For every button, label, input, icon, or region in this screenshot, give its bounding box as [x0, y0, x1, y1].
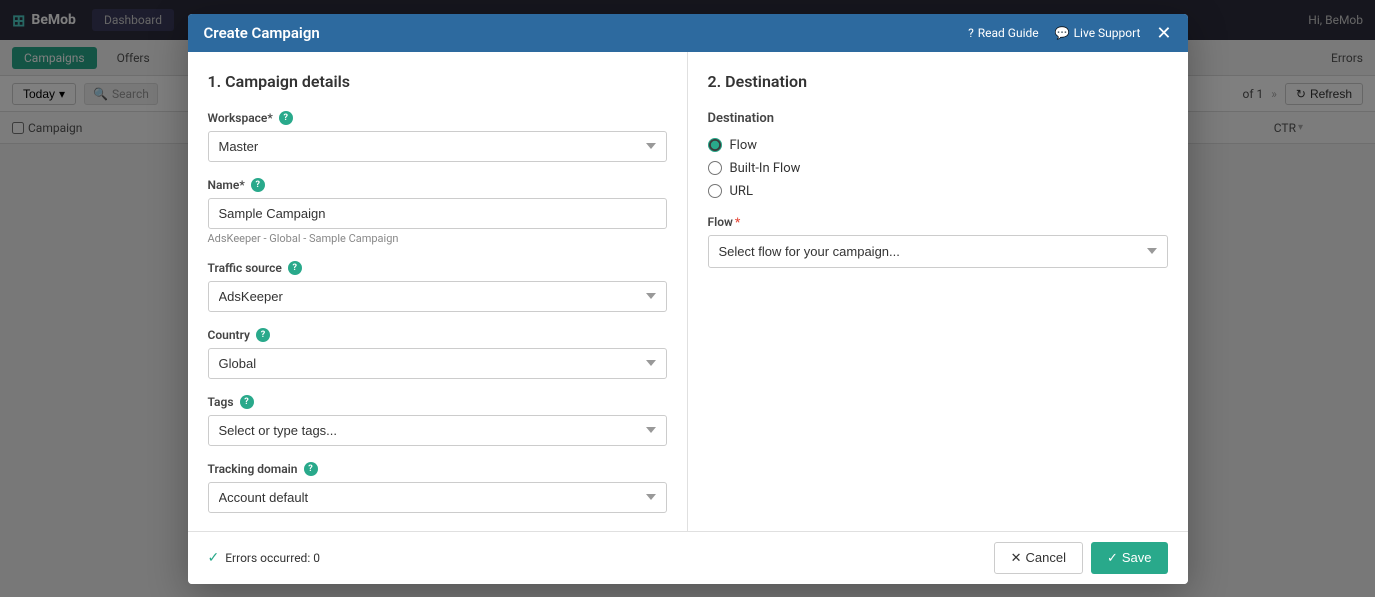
flow-select-label: Flow*: [708, 215, 1168, 229]
name-input[interactable]: [208, 198, 667, 229]
flow-select[interactable]: Select flow for your campaign...: [708, 235, 1168, 268]
left-panel: 1. Campaign details Workspace* ? Master …: [188, 52, 688, 531]
country-select[interactable]: Global: [208, 348, 667, 379]
errors-info: ✓ Errors occurred: 0: [208, 550, 320, 566]
modal-overlay: Create Campaign ? Read Guide 💬 Live Supp…: [0, 0, 1375, 597]
modal-title: Create Campaign: [204, 24, 320, 42]
create-campaign-modal: Create Campaign ? Read Guide 💬 Live Supp…: [188, 14, 1188, 584]
errors-label: Errors occurred: 0: [225, 551, 320, 565]
country-group: Country ? Global: [208, 328, 667, 379]
url-radio-label: URL: [730, 184, 753, 199]
cancel-icon: ✕: [1011, 550, 1022, 566]
read-guide-icon: ?: [968, 26, 974, 40]
destination-label: Destination: [708, 111, 1168, 126]
modal-header-actions: ? Read Guide 💬 Live Support ✕: [968, 24, 1171, 42]
cancel-button[interactable]: ✕ Cancel: [994, 542, 1083, 574]
traffic-source-label: Traffic source ?: [208, 261, 667, 275]
tracking-domain-group: Tracking domain ? Account default: [208, 462, 667, 513]
tags-help-icon[interactable]: ?: [240, 395, 254, 409]
flow-radio-label: Flow: [730, 138, 758, 153]
save-icon: ✓: [1107, 550, 1118, 566]
cancel-label: Cancel: [1025, 550, 1065, 565]
workspace-label: Workspace* ?: [208, 111, 667, 125]
flow-radio-item[interactable]: Flow: [708, 138, 1168, 153]
traffic-source-group: Traffic source ? AdsKeeper: [208, 261, 667, 312]
traffic-source-select[interactable]: AdsKeeper: [208, 281, 667, 312]
flow-required-star: *: [735, 215, 740, 229]
builtin-flow-radio-item[interactable]: Built-In Flow: [708, 161, 1168, 176]
workspace-group: Workspace* ? Master: [208, 111, 667, 162]
name-hint: AdsKeeper - Global - Sample Campaign: [208, 232, 667, 245]
tags-label: Tags ?: [208, 395, 667, 409]
live-support-link[interactable]: 💬 Live Support: [1055, 26, 1141, 40]
footer-buttons: ✕ Cancel ✓ Save: [994, 542, 1168, 574]
read-guide-link[interactable]: ? Read Guide: [968, 26, 1039, 40]
save-label: Save: [1122, 550, 1152, 565]
modal-close-button[interactable]: ✕: [1156, 24, 1171, 42]
right-panel-title: 2. Destination: [708, 72, 1168, 91]
read-guide-label: Read Guide: [978, 26, 1039, 40]
name-label: Name* ?: [208, 178, 667, 192]
country-help-icon[interactable]: ?: [256, 328, 270, 342]
traffic-source-help-icon[interactable]: ?: [288, 261, 302, 275]
error-check-icon: ✓: [208, 550, 220, 566]
live-support-icon: 💬: [1055, 26, 1070, 40]
workspace-help-icon[interactable]: ?: [279, 111, 293, 125]
flow-radio[interactable]: [708, 138, 722, 152]
builtin-flow-radio-label: Built-In Flow: [730, 161, 801, 176]
live-support-label: Live Support: [1074, 26, 1141, 40]
tags-group: Tags ? Select or type tags...: [208, 395, 667, 446]
workspace-select[interactable]: Master: [208, 131, 667, 162]
country-label: Country ?: [208, 328, 667, 342]
modal-body: 1. Campaign details Workspace* ? Master …: [188, 52, 1188, 531]
name-help-icon[interactable]: ?: [251, 178, 265, 192]
save-button[interactable]: ✓ Save: [1091, 542, 1168, 574]
url-radio-item[interactable]: URL: [708, 184, 1168, 199]
right-panel: 2. Destination Destination Flow Built-In…: [688, 52, 1188, 531]
url-radio[interactable]: [708, 184, 722, 198]
tracking-domain-select[interactable]: Account default: [208, 482, 667, 513]
destination-radio-group: Flow Built-In Flow URL: [708, 138, 1168, 199]
left-panel-title: 1. Campaign details: [208, 72, 667, 91]
modal-footer: ✓ Errors occurred: 0 ✕ Cancel ✓ Save: [188, 531, 1188, 584]
tracking-domain-help-icon[interactable]: ?: [304, 462, 318, 476]
builtin-flow-radio[interactable]: [708, 161, 722, 175]
tags-select[interactable]: Select or type tags...: [208, 415, 667, 446]
name-group: Name* ? AdsKeeper - Global - Sample Camp…: [208, 178, 667, 245]
modal-header: Create Campaign ? Read Guide 💬 Live Supp…: [188, 14, 1188, 52]
tracking-domain-label: Tracking domain ?: [208, 462, 667, 476]
